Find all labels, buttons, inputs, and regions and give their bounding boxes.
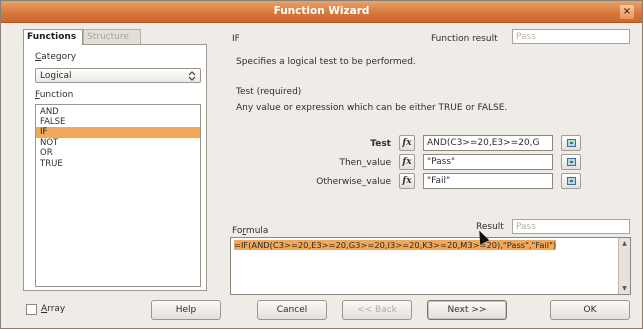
category-dropdown[interactable]: Logical: [35, 68, 201, 83]
tab-functions[interactable]: Functions: [23, 29, 83, 45]
formula-editor[interactable]: =IF(AND(C3>=20,E3>=20,G3>=20,I3>=20,K3>=…: [230, 237, 631, 295]
functions-panel: Category Logical Function AND FALSE IF N…: [23, 44, 207, 291]
fx-icon[interactable]: fx: [399, 135, 415, 151]
close-icon[interactable]: ×: [620, 5, 634, 19]
next-button[interactable]: Next >>: [427, 300, 507, 320]
test-input[interactable]: AND(C3>=20,E3>=20,G: [423, 135, 553, 151]
result-value: Pass: [512, 219, 630, 234]
function-list[interactable]: AND FALSE IF NOT OR TRUE: [35, 104, 201, 287]
function-result-value: Pass: [512, 29, 630, 44]
back-button[interactable]: << Back: [342, 300, 412, 320]
scroll-down-icon[interactable]: ▼: [620, 284, 629, 293]
tab-structure[interactable]: Structure: [83, 29, 141, 45]
function-item-or[interactable]: OR: [36, 148, 200, 159]
function-result-label: Function result: [431, 34, 498, 44]
otherwise-value-input[interactable]: "Fail": [423, 173, 553, 189]
formula-scrollbar[interactable]: ▲ ▼: [618, 238, 630, 294]
category-value: Logical: [40, 71, 72, 81]
ok-button[interactable]: OK: [550, 300, 630, 320]
formula-text[interactable]: =IF(AND(C3>=20,E3>=20,G3>=20,I3>=20,K3>=…: [234, 240, 612, 250]
window-title: Function Wizard: [273, 5, 370, 17]
shrink-icon[interactable]: [561, 154, 581, 170]
function-name: IF: [232, 34, 240, 44]
fx-icon[interactable]: fx: [399, 154, 415, 170]
array-checkbox[interactable]: [26, 304, 37, 315]
test-label: Test: [370, 139, 391, 149]
function-item-if[interactable]: IF: [36, 127, 200, 138]
shrink-icon[interactable]: [561, 135, 581, 151]
function-wizard-window: Function Wizard × Functions Structure Ca…: [0, 0, 643, 329]
shrink-icon[interactable]: [561, 173, 581, 189]
help-button[interactable]: Help: [151, 300, 221, 320]
formula-label: Formula: [232, 226, 269, 236]
argument-description: Any value or expression which can be eit…: [236, 103, 508, 113]
function-description: Specifies a logical test to be performed…: [236, 57, 416, 67]
then-value-input[interactable]: "Pass": [423, 154, 553, 170]
cancel-button[interactable]: Cancel: [257, 300, 327, 320]
argument-title: Test (required): [236, 87, 302, 97]
array-label: Array: [41, 304, 66, 314]
function-label: Function: [35, 90, 74, 100]
function-item-true[interactable]: TRUE: [36, 159, 200, 170]
then-value-label: Then_value: [339, 158, 391, 168]
scroll-up-icon[interactable]: ▲: [620, 239, 629, 248]
otherwise-value-label: Otherwise_value: [316, 177, 391, 187]
fx-icon[interactable]: fx: [399, 173, 415, 189]
category-label: Category: [35, 52, 77, 62]
chevron-updown-icon: [187, 71, 197, 81]
title-bar[interactable]: Function Wizard ×: [1, 1, 642, 23]
